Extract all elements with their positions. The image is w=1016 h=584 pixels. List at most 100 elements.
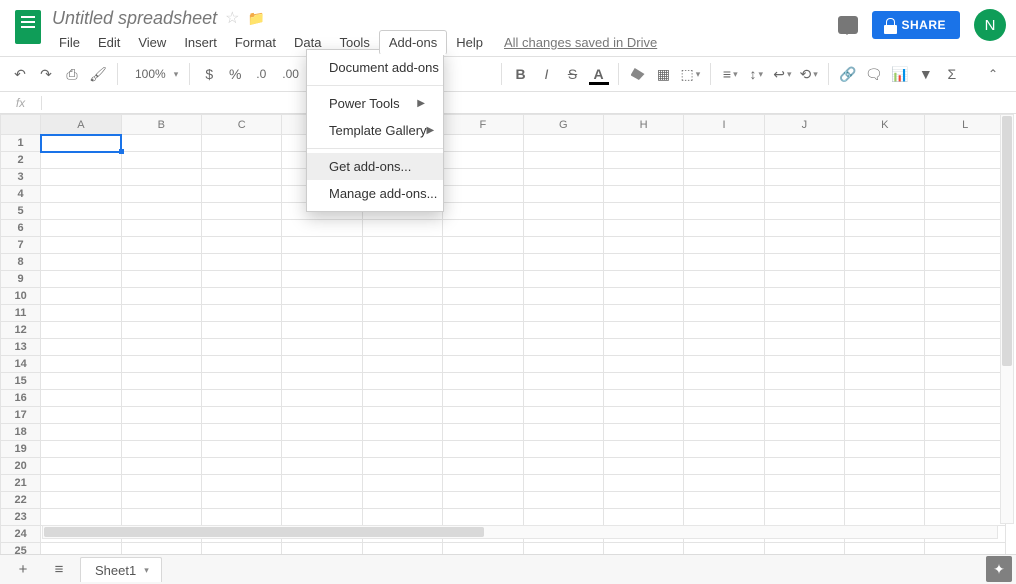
cell[interactable] bbox=[845, 441, 925, 458]
cell[interactable] bbox=[684, 203, 764, 220]
cell[interactable] bbox=[603, 271, 683, 288]
cell[interactable] bbox=[523, 322, 603, 339]
cell[interactable] bbox=[684, 254, 764, 271]
undo-button[interactable]: ↶ bbox=[8, 61, 32, 87]
cell[interactable] bbox=[443, 237, 523, 254]
cell[interactable] bbox=[41, 254, 121, 271]
cell[interactable] bbox=[201, 543, 281, 555]
star-icon[interactable]: ☆ bbox=[225, 8, 239, 28]
cell[interactable] bbox=[362, 305, 442, 322]
cell[interactable] bbox=[41, 356, 121, 373]
explore-button[interactable]: ✦ bbox=[986, 556, 1012, 582]
cell[interactable] bbox=[764, 390, 844, 407]
cell[interactable] bbox=[282, 237, 362, 254]
cell[interactable] bbox=[443, 543, 523, 555]
increase-decimal-button[interactable]: .00 bbox=[275, 61, 306, 87]
cell[interactable] bbox=[845, 135, 925, 152]
cell[interactable] bbox=[603, 203, 683, 220]
share-button[interactable]: SHARE bbox=[872, 11, 960, 39]
cell[interactable] bbox=[201, 237, 281, 254]
row-header[interactable]: 10 bbox=[1, 288, 41, 305]
fx-label[interactable]: fx bbox=[0, 96, 42, 110]
format-currency-button[interactable]: $ bbox=[197, 61, 221, 87]
cell[interactable] bbox=[684, 152, 764, 169]
cell[interactable] bbox=[925, 220, 1006, 237]
cell[interactable] bbox=[282, 475, 362, 492]
cell[interactable] bbox=[201, 322, 281, 339]
cell[interactable] bbox=[362, 424, 442, 441]
cell[interactable] bbox=[201, 271, 281, 288]
cell[interactable] bbox=[201, 356, 281, 373]
cell[interactable] bbox=[764, 373, 844, 390]
cell[interactable] bbox=[925, 441, 1006, 458]
cell[interactable] bbox=[41, 407, 121, 424]
cell[interactable] bbox=[41, 509, 121, 526]
cell[interactable] bbox=[201, 509, 281, 526]
row-header[interactable]: 15 bbox=[1, 373, 41, 390]
cell[interactable] bbox=[362, 322, 442, 339]
cell[interactable] bbox=[121, 509, 201, 526]
cell[interactable] bbox=[684, 509, 764, 526]
cell[interactable] bbox=[41, 492, 121, 509]
column-header[interactable]: K bbox=[845, 115, 925, 135]
cell[interactable] bbox=[282, 220, 362, 237]
cell[interactable] bbox=[603, 186, 683, 203]
cell[interactable] bbox=[362, 254, 442, 271]
sheet-tab-active[interactable]: Sheet1 ▾ bbox=[80, 557, 162, 582]
cell[interactable] bbox=[764, 220, 844, 237]
cell[interactable] bbox=[201, 339, 281, 356]
cell[interactable] bbox=[523, 305, 603, 322]
folder-icon[interactable]: 📁 bbox=[247, 10, 264, 27]
cell[interactable] bbox=[764, 305, 844, 322]
cell[interactable] bbox=[201, 407, 281, 424]
row-header[interactable]: 8 bbox=[1, 254, 41, 271]
menu-item-get-add-ons[interactable]: Get add-ons... bbox=[307, 153, 443, 180]
spreadsheet-grid[interactable]: ABCDEFGHIJKL 123456789101112131415161718… bbox=[0, 114, 1006, 554]
cell[interactable] bbox=[443, 169, 523, 186]
cell[interactable] bbox=[845, 424, 925, 441]
cell[interactable] bbox=[41, 458, 121, 475]
cell[interactable] bbox=[201, 288, 281, 305]
cell[interactable] bbox=[603, 356, 683, 373]
cell[interactable] bbox=[845, 509, 925, 526]
cell[interactable] bbox=[201, 373, 281, 390]
cell[interactable] bbox=[925, 458, 1006, 475]
bold-button[interactable]: B bbox=[509, 61, 533, 87]
cell[interactable] bbox=[443, 186, 523, 203]
chart-button[interactable]: 📊 bbox=[888, 61, 912, 87]
menu-item-insert[interactable]: Insert bbox=[175, 31, 226, 54]
cell[interactable] bbox=[764, 135, 844, 152]
cell[interactable] bbox=[41, 373, 121, 390]
cell[interactable] bbox=[845, 373, 925, 390]
cell[interactable] bbox=[603, 152, 683, 169]
cell[interactable] bbox=[764, 288, 844, 305]
vertical-scrollbar[interactable] bbox=[1000, 114, 1014, 524]
link-button[interactable]: 🔗 bbox=[836, 61, 860, 87]
cell[interactable] bbox=[282, 492, 362, 509]
cell[interactable] bbox=[764, 271, 844, 288]
cell[interactable] bbox=[684, 339, 764, 356]
cell[interactable] bbox=[684, 237, 764, 254]
cell[interactable] bbox=[925, 475, 1006, 492]
cell[interactable] bbox=[764, 254, 844, 271]
cell[interactable] bbox=[925, 271, 1006, 288]
menu-item-help[interactable]: Help bbox=[447, 31, 492, 54]
cell[interactable] bbox=[121, 458, 201, 475]
cell[interactable] bbox=[121, 543, 201, 555]
cell[interactable] bbox=[201, 203, 281, 220]
cell[interactable] bbox=[443, 509, 523, 526]
cell[interactable] bbox=[362, 288, 442, 305]
cell[interactable] bbox=[201, 390, 281, 407]
cell[interactable] bbox=[603, 407, 683, 424]
cell[interactable] bbox=[201, 458, 281, 475]
cell[interactable] bbox=[603, 424, 683, 441]
row-header[interactable]: 11 bbox=[1, 305, 41, 322]
cell[interactable] bbox=[764, 543, 844, 555]
cell[interactable] bbox=[362, 271, 442, 288]
cell[interactable] bbox=[925, 305, 1006, 322]
row-header[interactable]: 14 bbox=[1, 356, 41, 373]
cell[interactable] bbox=[925, 339, 1006, 356]
cell[interactable] bbox=[443, 220, 523, 237]
scrollbar-thumb[interactable] bbox=[1002, 116, 1012, 366]
cell[interactable] bbox=[443, 373, 523, 390]
